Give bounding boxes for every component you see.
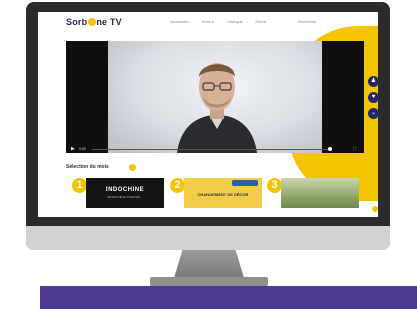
- share-button[interactable]: ♟: [368, 76, 378, 87]
- logo-text-end: ne TV: [96, 17, 122, 27]
- card-number-1: 1: [72, 178, 87, 193]
- section-title: Sélection du mois: [66, 164, 109, 170]
- nav-link-catalogue[interactable]: Catalogue: [227, 20, 243, 24]
- monitor-stand: [150, 277, 268, 286]
- video-frame: [108, 41, 322, 153]
- site-logo[interactable]: Sorb ne TV: [66, 17, 122, 27]
- card-1-title: INDOCHINE: [105, 187, 145, 193]
- nav-link-droits[interactable]: Droits ▾: [202, 20, 214, 24]
- video-progress-bar[interactable]: [92, 148, 332, 150]
- play-icon[interactable]: ▶: [71, 146, 75, 152]
- share-icon: ♟: [370, 78, 377, 84]
- featured-card-2[interactable]: CHANGEMENT DE DÉCOR: [184, 178, 262, 208]
- nav-link-nouveautes[interactable]: Nouveautés: [170, 20, 189, 24]
- card-number-2: 2: [170, 178, 185, 193]
- heart-icon: ♥: [371, 94, 376, 100]
- featured-card-1[interactable]: INDOCHINE DE RETOUR AU CHANTIER ...: [86, 178, 164, 208]
- video-time: 0:00: [79, 147, 86, 151]
- video-controls: ▶ 0:00 ⛶: [66, 145, 364, 153]
- speaker-portrait: [177, 63, 257, 153]
- top-navigation: Sorb ne TV Nouveautés Droits ▾ Catalogue …: [38, 12, 378, 32]
- featured-card-3[interactable]: [281, 178, 359, 208]
- floor-bar: [40, 286, 417, 309]
- card-1-subtitle: DE RETOUR AU CHANTIER ...: [107, 196, 143, 199]
- monitor-chin: [26, 226, 390, 250]
- scroll-top-button[interactable]: [372, 206, 378, 212]
- card-2-title: CHANGEMENT DE DÉCOR: [197, 192, 249, 197]
- nav-links: Nouveautés Droits ▾ Catalogue Directs: [170, 20, 266, 24]
- screen: Sorb ne TV Nouveautés Droits ▾ Catalogue …: [38, 12, 378, 217]
- logo-dot-icon: [87, 18, 96, 26]
- download-button[interactable]: ⌄: [368, 108, 378, 119]
- search-link[interactable]: Rechercher: [298, 20, 316, 24]
- section-title-dot-icon: [129, 164, 136, 171]
- card-number-3: 3: [267, 178, 282, 193]
- fullscreen-icon[interactable]: ⛶: [353, 146, 358, 151]
- card-2-badge: [232, 180, 258, 186]
- like-button[interactable]: ♥: [368, 92, 378, 103]
- nav-link-directs[interactable]: Directs: [256, 20, 267, 24]
- chevron-down-icon: ⌄: [370, 110, 377, 116]
- monitor-neck: [174, 250, 244, 278]
- logo-text-start: Sorb: [66, 17, 88, 27]
- video-player[interactable]: ▶ 0:00 ⛶: [66, 41, 364, 153]
- volume-handle[interactable]: [328, 147, 332, 151]
